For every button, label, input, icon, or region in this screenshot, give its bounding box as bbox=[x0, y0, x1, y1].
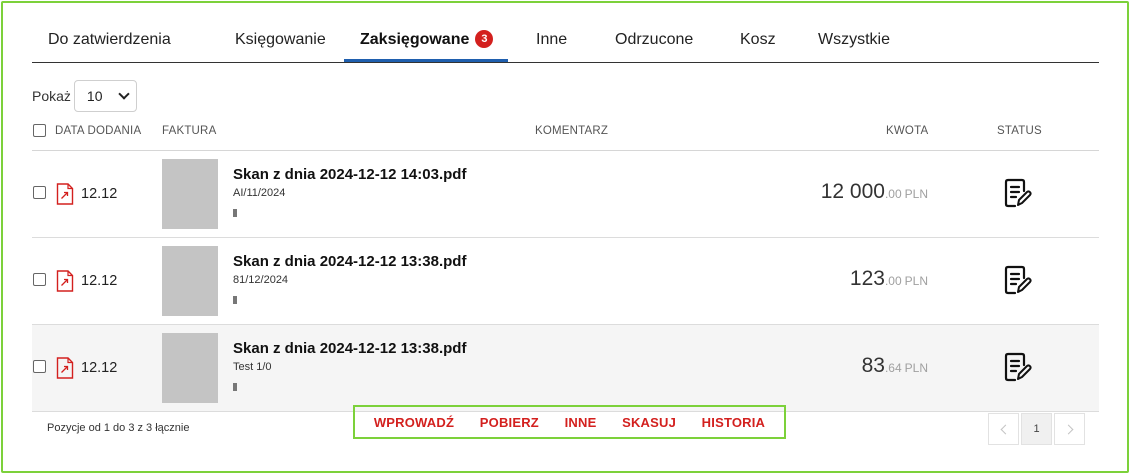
column-header-status: STATUS bbox=[997, 125, 1042, 137]
comment-marker bbox=[233, 383, 237, 391]
table-row[interactable]: 12.12 Skan z dnia 2024-12-12 13:38.pdf 8… bbox=[32, 238, 1099, 325]
tab-bar: Do zatwierdzenia Księgowanie Zaksięgowan… bbox=[32, 20, 1099, 63]
amount: 12 000.00 PLN bbox=[821, 180, 928, 204]
comment-marker bbox=[233, 296, 237, 304]
previous-page-button[interactable] bbox=[988, 413, 1019, 445]
enter-button[interactable]: WPROWADŹ bbox=[374, 415, 454, 430]
action-bar: WPROWADŹ POBIERZ INNE SKASUJ HISTORIA bbox=[353, 405, 786, 439]
tab-ksiegowanie[interactable]: Księgowanie bbox=[235, 20, 326, 63]
invoice-thumbnail[interactable] bbox=[162, 159, 218, 229]
column-header-comment: KOMENTARZ bbox=[535, 125, 609, 137]
tab-do-zatwierdzenia[interactable]: Do zatwierdzenia bbox=[48, 20, 171, 63]
file-name[interactable]: Skan z dnia 2024-12-12 13:38.pdf bbox=[233, 340, 466, 357]
amount-decimal: .64 bbox=[884, 361, 902, 375]
download-button[interactable]: POBIERZ bbox=[480, 415, 539, 430]
active-tab-indicator bbox=[344, 59, 508, 62]
table-row[interactable]: 12.12 Skan z dnia 2024-12-12 14:03.pdf A… bbox=[32, 151, 1099, 238]
amount: 123.00 PLN bbox=[850, 267, 928, 291]
page-number-button[interactable]: 1 bbox=[1021, 413, 1052, 445]
column-header-amount[interactable]: KWOTA bbox=[886, 125, 928, 137]
invoice-thumbnail[interactable] bbox=[162, 333, 218, 403]
invoice-number: Test 1/0 bbox=[233, 361, 272, 373]
pagination-summary: Pozycje od 1 do 3 z 3 łącznie bbox=[47, 422, 190, 434]
amount-decimal: .00 bbox=[884, 187, 902, 201]
invoice-number: AI/11/2024 bbox=[233, 187, 286, 199]
tab-kosz[interactable]: Kosz bbox=[740, 20, 776, 63]
row-checkbox[interactable] bbox=[33, 186, 46, 199]
row-checkbox[interactable] bbox=[33, 273, 46, 286]
chevron-right-icon bbox=[1063, 424, 1073, 434]
file-name[interactable]: Skan z dnia 2024-12-12 14:03.pdf bbox=[233, 166, 466, 183]
pdf-file-icon[interactable] bbox=[56, 357, 74, 379]
row-checkbox[interactable] bbox=[33, 360, 46, 373]
amount-decimal: .00 bbox=[884, 274, 902, 288]
table-row[interactable]: 12.12 Skan z dnia 2024-12-12 13:38.pdf T… bbox=[32, 325, 1099, 412]
invoice-number: 81/12/2024 bbox=[233, 274, 289, 286]
page-size-select[interactable]: 10 bbox=[73, 80, 137, 112]
file-name[interactable]: Skan z dnia 2024-12-12 13:38.pdf bbox=[233, 253, 466, 270]
amount-currency: PLN bbox=[904, 187, 928, 201]
pdf-file-icon[interactable] bbox=[56, 183, 74, 205]
amount-currency: PLN bbox=[904, 274, 928, 288]
amount-integer: 12 000 bbox=[820, 180, 885, 203]
invoice-thumbnail[interactable] bbox=[162, 246, 218, 316]
document-edit-icon[interactable] bbox=[1002, 351, 1032, 383]
row-date: 12.12 bbox=[81, 186, 118, 202]
document-edit-icon[interactable] bbox=[1002, 264, 1032, 296]
tab-inne[interactable]: Inne bbox=[536, 20, 567, 63]
document-edit-icon[interactable] bbox=[1002, 177, 1032, 209]
amount: 83.64 PLN bbox=[862, 354, 928, 378]
tab-zaksiegowane[interactable]: Zaksięgowane 3 bbox=[360, 20, 494, 63]
tab-wszystkie[interactable]: Wszystkie bbox=[818, 20, 890, 63]
pdf-file-icon[interactable] bbox=[56, 270, 74, 292]
tab-zaksiegowane-label: Zaksięgowane bbox=[360, 31, 470, 48]
page-size-label: Pokaż bbox=[32, 88, 71, 104]
delete-button[interactable]: SKASUJ bbox=[622, 415, 676, 430]
amount-integer: 123 bbox=[849, 267, 885, 290]
chevron-left-icon bbox=[1000, 424, 1010, 434]
column-header-date[interactable]: DATA DODANIA bbox=[55, 125, 141, 137]
count-badge: 3 bbox=[475, 30, 494, 48]
chevron-down-icon bbox=[118, 88, 130, 100]
amount-currency: PLN bbox=[904, 361, 928, 375]
history-button[interactable]: HISTORIA bbox=[702, 415, 765, 430]
pagination: 1 bbox=[988, 413, 1085, 445]
page-size-value: 10 bbox=[86, 88, 103, 104]
tab-odrzucone[interactable]: Odrzucone bbox=[615, 20, 693, 63]
comment-marker bbox=[233, 209, 237, 217]
row-date: 12.12 bbox=[81, 360, 118, 376]
page-size-control: Pokaż 10 bbox=[32, 80, 137, 112]
select-all-checkbox[interactable] bbox=[33, 124, 46, 137]
column-header-invoice[interactable]: FAKTURA bbox=[162, 125, 216, 137]
next-page-button[interactable] bbox=[1054, 413, 1085, 445]
row-date: 12.12 bbox=[81, 273, 118, 289]
other-button[interactable]: INNE bbox=[565, 415, 597, 430]
amount-integer: 83 bbox=[861, 354, 885, 377]
